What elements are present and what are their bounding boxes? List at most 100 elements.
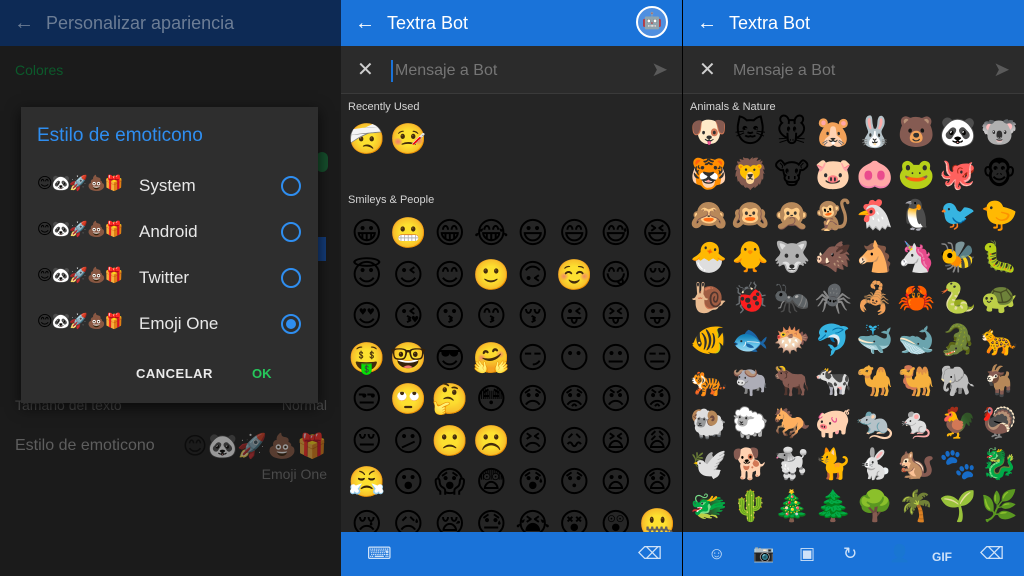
emoji-key[interactable]: 😅 [595, 213, 637, 255]
emoji-key[interactable]: 🐍 [937, 278, 979, 320]
emoji-key[interactable]: 🐦 [937, 195, 979, 237]
emoji-key[interactable]: 🙂 [471, 255, 513, 297]
emoji-key[interactable]: 🐫 [896, 361, 938, 403]
emoji-key[interactable]: 🐖 [813, 403, 855, 445]
emoji-key[interactable]: 🦂 [854, 278, 896, 320]
emoji-key[interactable]: 🌵 [730, 486, 772, 528]
emoji-key[interactable]: 😜 [554, 296, 596, 338]
emoji-key[interactable]: 🌿 [979, 486, 1021, 528]
emoji-key[interactable]: 🐬 [813, 320, 855, 362]
emoji-key[interactable]: 🐠 [688, 320, 730, 362]
radio-button-selected[interactable] [281, 314, 301, 334]
emoji-key[interactable]: 🐑 [730, 403, 772, 445]
emoji-key[interactable]: 😄 [554, 213, 596, 255]
emoji-key[interactable]: 😛 [637, 296, 679, 338]
emoji-key[interactable]: 😳 [471, 379, 513, 421]
emoji-key[interactable]: 🐞 [730, 278, 772, 320]
back-arrow-icon[interactable]: ← [14, 11, 34, 35]
emoji-key[interactable]: 🐵 [979, 154, 1021, 196]
emoji-key[interactable]: 🐉 [979, 444, 1021, 486]
emoji-key[interactable]: 🐆 [979, 320, 1021, 362]
emoji-key[interactable]: 🤔 [429, 379, 471, 421]
send-icon[interactable]: ➤ [651, 58, 668, 82]
emoji-key[interactable]: 🦁 [730, 154, 772, 196]
option-twitter[interactable]: 😊🐼🚀💩🎁 Twitter [37, 262, 307, 294]
emoji-key[interactable]: 🕊️ [688, 444, 730, 486]
emoji-key[interactable]: 🐻 [896, 112, 938, 154]
emoji-key[interactable]: 🐸 [896, 154, 938, 196]
emoji-key[interactable]: 🙄 [388, 379, 430, 421]
emoji-key[interactable]: 😉 [388, 255, 430, 297]
emoji-key[interactable]: 😍 [346, 296, 388, 338]
emoji-key[interactable]: 🐋 [896, 320, 938, 362]
emoji-key[interactable]: 🐪 [854, 361, 896, 403]
emoji-key[interactable]: 😡 [637, 379, 679, 421]
emoji-key[interactable]: 😶 [554, 338, 596, 380]
emoji-key[interactable]: 🕷️ [813, 278, 855, 320]
emoji-key[interactable]: 🤗 [471, 338, 513, 380]
emoji-key[interactable]: 😐 [595, 338, 637, 380]
emoji-key[interactable]: 🙈 [688, 195, 730, 237]
emoji-key[interactable]: 😩 [637, 421, 679, 463]
emoji-key[interactable]: 🐎 [771, 403, 813, 445]
emoji-key[interactable]: 🐥 [730, 237, 772, 279]
emoji-key[interactable]: 😒 [346, 379, 388, 421]
emoji-key[interactable]: 😕 [388, 421, 430, 463]
emoji-key[interactable]: 😗 [429, 296, 471, 338]
emoji-key[interactable]: 🐔 [854, 195, 896, 237]
emoji-key[interactable]: 🐂 [771, 361, 813, 403]
emoji-key[interactable]: 🐅 [688, 361, 730, 403]
emoji-key[interactable]: 🐰 [854, 112, 896, 154]
emoji-key[interactable]: 🐄 [813, 361, 855, 403]
emoji-key[interactable]: 😔 [346, 421, 388, 463]
emoji-key[interactable]: 😮 [388, 462, 430, 504]
emoji-key[interactable]: 🦄 [896, 237, 938, 279]
emoji-key[interactable]: 🙊 [771, 195, 813, 237]
emoji-key[interactable]: ☹️ [471, 421, 513, 463]
emoji-key[interactable]: 🐗 [813, 237, 855, 279]
emoji-key[interactable]: 🐢 [979, 278, 1021, 320]
emoji-key[interactable]: 😁 [429, 213, 471, 255]
close-icon[interactable]: ✕ [699, 58, 716, 82]
bot-avatar-icon[interactable]: 🤖 [636, 6, 668, 38]
emoji-key[interactable]: 🙁 [429, 421, 471, 463]
emoji-key[interactable]: 😞 [512, 379, 554, 421]
emoji-key[interactable]: 🐹 [813, 112, 855, 154]
emoji-key[interactable]: 🐇 [854, 444, 896, 486]
emoji-key[interactable]: 🐮 [771, 154, 813, 196]
emoji-key[interactable]: 😎 [429, 338, 471, 380]
emoji-key[interactable]: 😙 [471, 296, 513, 338]
emoji-key[interactable]: 😠 [595, 379, 637, 421]
emoji-key[interactable]: 🐱 [730, 112, 772, 154]
emoji-key[interactable]: 🙉 [730, 195, 772, 237]
emoji-key[interactable]: 🐀 [854, 403, 896, 445]
emoji-key[interactable]: 😃 [512, 213, 554, 255]
emoji-key[interactable]: 🐈 [813, 444, 855, 486]
emoji-key[interactable]: 🌱 [937, 486, 979, 528]
history-icon[interactable]: ↻ [843, 544, 857, 564]
emoji-key[interactable]: 😏 [512, 338, 554, 380]
emoji-key[interactable]: 😖 [554, 421, 596, 463]
emoji-key[interactable]: 😰 [512, 462, 554, 504]
emoji-key[interactable]: ☺️ [554, 255, 596, 297]
emoji-key[interactable]: 🐧 [896, 195, 938, 237]
emoji-key[interactable]: 🐜 [771, 278, 813, 320]
emoji-key[interactable]: 🐟 [730, 320, 772, 362]
option-android[interactable]: 😊🐼🚀💩🎁 Android [37, 216, 307, 248]
backspace-icon[interactable]: ⌫ [638, 544, 662, 564]
emoji-key[interactable]: 😑 [637, 338, 679, 380]
camera-icon[interactable]: 📷 [753, 544, 774, 564]
emoji-key[interactable]: 🤒 [388, 119, 430, 161]
emoji-key[interactable]: 😟 [554, 379, 596, 421]
emoji-key[interactable]: 🌳 [854, 486, 896, 528]
send-icon[interactable]: ➤ [993, 58, 1010, 82]
emoji-key[interactable]: 🐷 [813, 154, 855, 196]
emoji-key[interactable]: 🐊 [937, 320, 979, 362]
emoji-key[interactable]: 😱 [429, 462, 471, 504]
emoji-key[interactable]: 🐾 [937, 444, 979, 486]
emoji-key[interactable]: 🐼 [937, 112, 979, 154]
emoji-key[interactable]: 😀 [346, 213, 388, 255]
emoji-key[interactable]: 😨 [471, 462, 513, 504]
emoji-key[interactable]: 🐶 [688, 112, 730, 154]
emoji-key[interactable]: 😘 [388, 296, 430, 338]
